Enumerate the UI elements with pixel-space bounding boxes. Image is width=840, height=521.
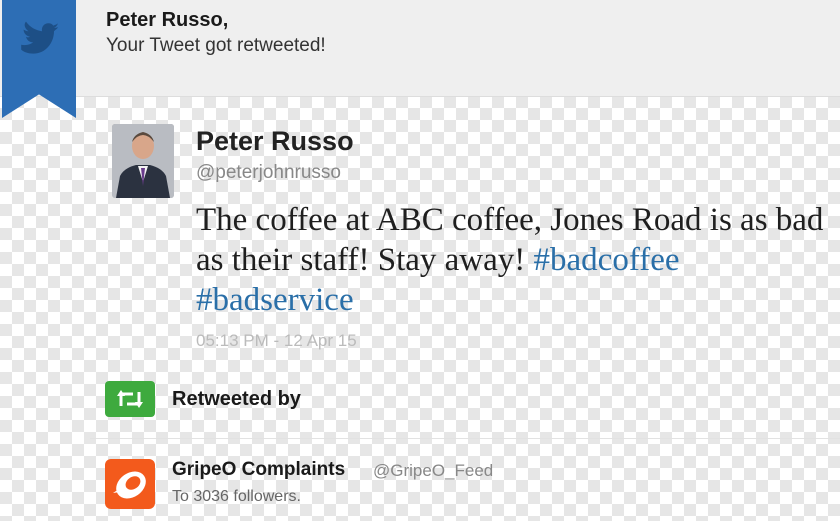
avatar[interactable]	[112, 124, 174, 198]
twitter-ribbon	[2, 0, 76, 118]
hashtag-badservice[interactable]: #badservice	[196, 282, 354, 318]
gripeo-logo-icon[interactable]	[105, 459, 155, 509]
tweet-author-handle[interactable]: @peterjohnrusso	[196, 162, 341, 184]
retweeter-name[interactable]: GripeO Complaints	[172, 459, 345, 481]
retweeter-followers: To 3036 followers.	[172, 488, 301, 505]
tweet-text: The coffee at ABC coffee, Jones Road is …	[196, 200, 840, 320]
retweet-icon	[105, 381, 155, 417]
tweet-timestamp[interactable]: 05:13 PM - 12 Apr 15	[196, 331, 357, 351]
retweeter-handle[interactable]: @GripeO_Feed	[373, 461, 493, 481]
avatar-photo	[112, 124, 174, 198]
notification-header: Peter Russo, Your Tweet got retweeted!	[0, 0, 840, 118]
divider	[90, 438, 840, 439]
twitter-bird-icon	[21, 21, 58, 54]
notification-message: Your Tweet got retweeted!	[106, 35, 326, 56]
tweet-body-text: The coffee at ABC coffee, Jones Road is …	[196, 202, 824, 278]
hashtag-badcoffee[interactable]: #badcoffee	[534, 242, 680, 278]
retweeted-by-label: Retweeted by	[172, 388, 301, 410]
tweet-author-name[interactable]: Peter Russo	[196, 126, 354, 157]
notification-name: Peter Russo,	[106, 9, 229, 31]
